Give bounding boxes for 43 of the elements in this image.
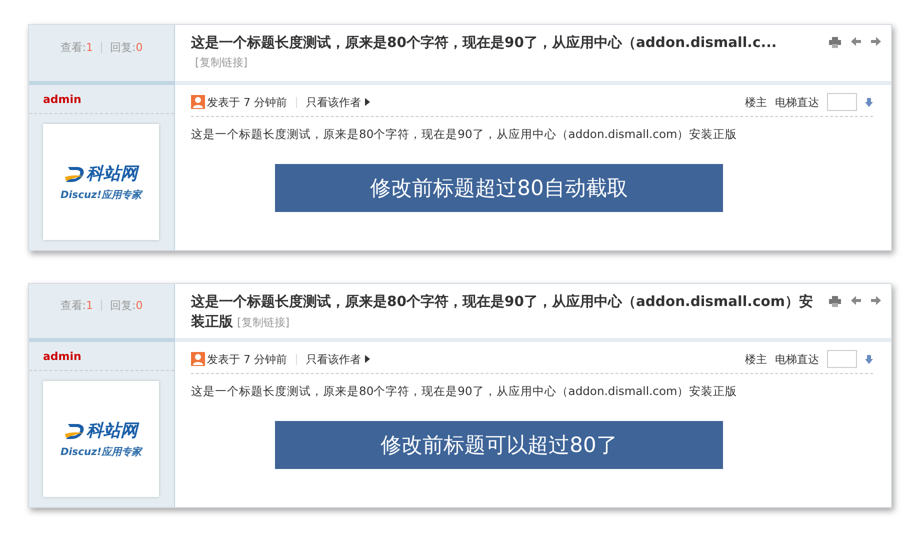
post-body: 这是一个标题长度测试，原来是80个字符，现在是90了，从应用中心（addon.dismall.com）安装正版 (191, 127, 738, 142)
logo-mark-icon (64, 422, 84, 440)
floor-input-field[interactable] (827, 350, 857, 368)
user-icon (191, 352, 205, 366)
floor-label: 楼主 (745, 94, 767, 110)
next-arrow-icon[interactable] (871, 37, 881, 46)
logo-tagline: Discuz!应用专家 (60, 445, 142, 459)
caret-icon (365, 98, 370, 106)
logo-mark-icon (64, 164, 84, 182)
logo-name: 科站网 (86, 420, 138, 442)
copy-link[interactable]: [复制链接] (195, 53, 248, 73)
floor-input-field[interactable] (827, 93, 857, 111)
floor-label: 楼主 (745, 352, 767, 366)
thread-title: 这是一个标题长度测试，原来是80个字符，现在是90了，从应用中心（addon.dismall.com）安 (191, 292, 813, 312)
post-body: 这是一个标题长度测试，原来是80个字符，现在是90了，从应用中心（addon.dismall.com）安装正版 (191, 384, 738, 399)
author-name[interactable]: admin (29, 85, 174, 114)
jump-label: 电梯直达 (775, 352, 819, 366)
next-arrow-icon[interactable] (871, 296, 881, 305)
previous-arrow-icon[interactable] (851, 296, 861, 305)
thread-title: 装正版 (191, 313, 233, 332)
print-icon[interactable] (829, 37, 841, 48)
caption-banner: 修改前标题可以超过80了 (275, 421, 723, 469)
replies-count: 回复:0 (110, 40, 143, 54)
copy-link[interactable]: [复制链接] (237, 313, 290, 333)
caret-icon (365, 355, 370, 363)
post-time: 发表于 7 分钟前 (207, 94, 287, 110)
print-icon[interactable] (829, 296, 841, 307)
author-name[interactable]: admin (29, 342, 174, 371)
user-icon (191, 95, 205, 109)
previous-arrow-icon[interactable] (851, 37, 861, 46)
down-arrow-icon[interactable] (865, 98, 873, 106)
thread-title: 这是一个标题长度测试，原来是80个字符，现在是90了，从应用中心（addon.dismall.c... (191, 34, 777, 53)
post-time: 发表于 7 分钟前 (207, 352, 287, 366)
logo-tagline: Discuz!应用专家 (60, 188, 142, 202)
views-count: 查看:1 (60, 298, 93, 312)
only-author-link[interactable]: 只看该作者 (306, 352, 370, 366)
only-author-link[interactable]: 只看该作者 (306, 94, 370, 110)
jump-label: 电梯直达 (775, 94, 819, 110)
caption-banner: 修改前标题超过80自动截取 (275, 164, 723, 212)
views-count: 查看:1 (60, 40, 93, 54)
down-arrow-icon[interactable] (865, 354, 873, 364)
replies-count: 回复:0 (110, 298, 143, 312)
logo-name: 科站网 (86, 163, 138, 185)
